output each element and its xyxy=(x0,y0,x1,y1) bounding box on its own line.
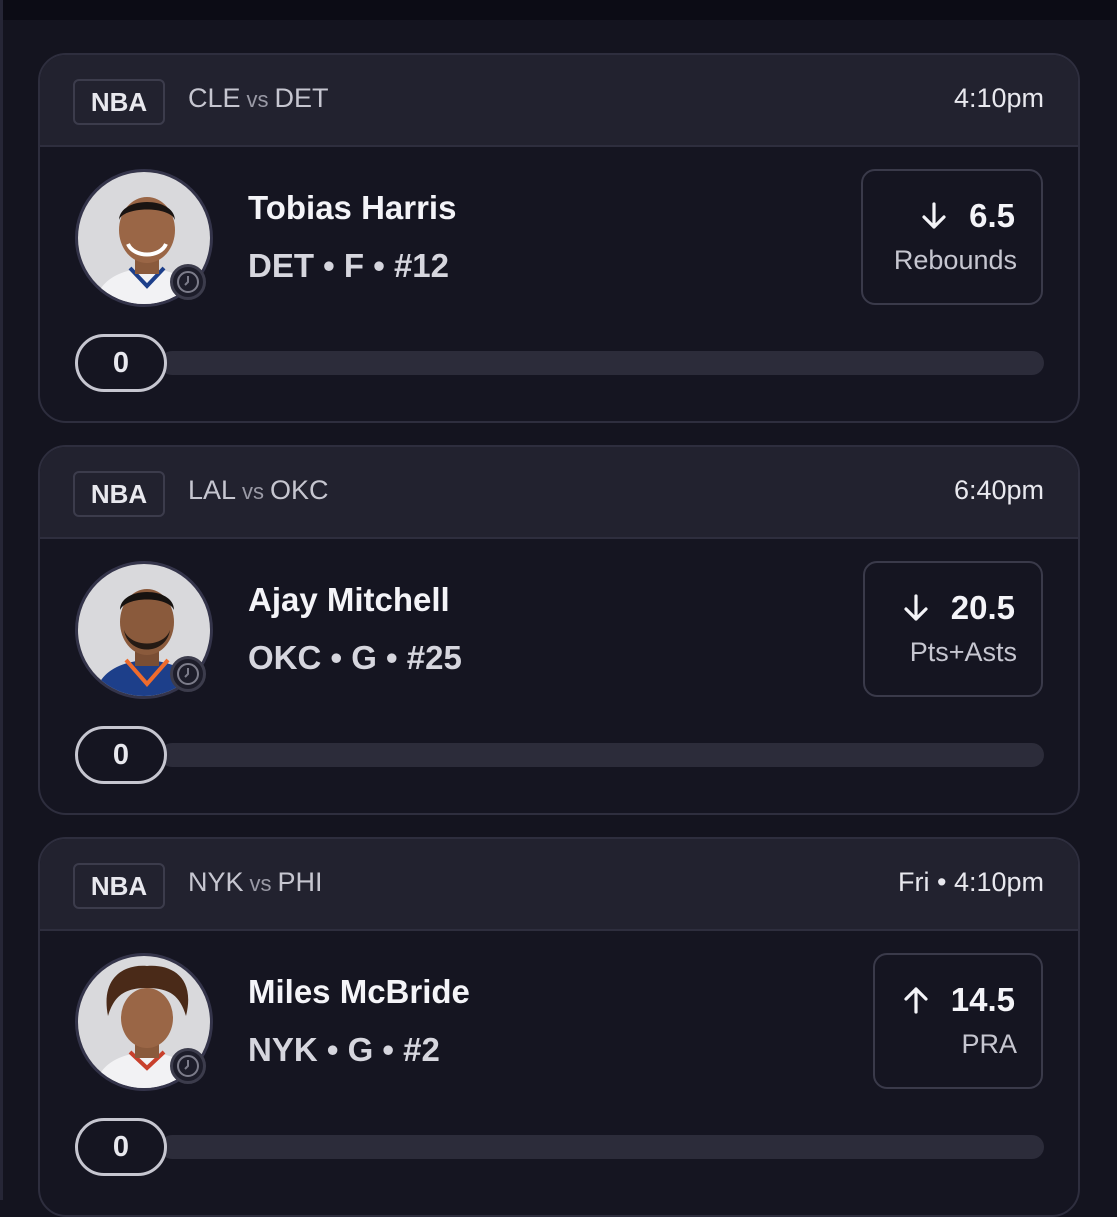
away-team: PHI xyxy=(277,867,323,897)
game-time: 6:40pm xyxy=(953,475,1044,505)
home-team: NYK xyxy=(188,867,244,897)
vs-label: vs xyxy=(242,479,265,504)
line-stat: PRA xyxy=(961,1029,1017,1059)
arrow-down-icon xyxy=(904,594,928,621)
home-team: CLE xyxy=(188,83,241,113)
line-value: 14.5 xyxy=(901,981,1015,1019)
clock-icon xyxy=(170,264,206,300)
league-badge: NBA xyxy=(73,471,165,517)
player-name: Tobias Harris xyxy=(248,189,457,226)
away-team: OKC xyxy=(270,475,329,505)
player-info: OKC • G • #25 xyxy=(248,639,462,676)
progress-value: 0 xyxy=(75,1118,167,1176)
clock-icon xyxy=(170,1048,206,1084)
left-edge xyxy=(0,0,3,1200)
line-stat: Pts+Asts xyxy=(909,637,1017,667)
progress-track xyxy=(160,351,1044,375)
game-time: 4:10pm xyxy=(953,83,1044,113)
progress-track xyxy=(160,743,1044,767)
pick-card[interactable]: NBA LAL vs OKC 6:40pm Ajay Mitchell OKC • … xyxy=(38,445,1080,815)
home-team: LAL xyxy=(188,475,237,505)
card-header: NBA LAL vs OKC 6:40pm xyxy=(40,447,1078,539)
progress-value: 0 xyxy=(75,726,167,784)
vs-label: vs xyxy=(246,87,269,112)
player-info: DET • F • #12 xyxy=(248,247,449,284)
line-value: 20.5 xyxy=(901,589,1015,627)
clock-icon xyxy=(170,656,206,692)
pick-card[interactable]: NBA NYK vs PHI Fri • 4:10pm Miles McBride … xyxy=(38,837,1080,1217)
matchup: CLE vs DET xyxy=(188,83,329,114)
vs-label: vs xyxy=(249,871,272,896)
league-badge: NBA xyxy=(73,863,165,909)
arrow-down-icon xyxy=(922,202,946,229)
line-number: 14.5 xyxy=(950,981,1015,1018)
arrow-up-icon xyxy=(904,987,928,1014)
game-time: Fri • 4:10pm xyxy=(898,867,1044,897)
matchup: NYK vs PHI xyxy=(188,867,323,898)
line-box[interactable]: 20.5 Pts+Asts xyxy=(863,561,1043,697)
progress-value: 0 xyxy=(75,334,167,392)
card-header: NBA NYK vs PHI Fri • 4:10pm xyxy=(40,839,1078,931)
matchup: LAL vs OKC xyxy=(188,475,329,506)
player-info: NYK • G • #2 xyxy=(248,1031,440,1068)
progress-track xyxy=(160,1135,1044,1159)
card-header: NBA CLE vs DET 4:10pm xyxy=(40,55,1078,147)
line-box[interactable]: 6.5 Rebounds xyxy=(861,169,1043,305)
player-name: Miles McBride xyxy=(248,973,470,1010)
line-stat: Rebounds xyxy=(893,245,1017,275)
league-badge: NBA xyxy=(73,79,165,125)
line-value: 6.5 xyxy=(919,197,1015,235)
away-team: DET xyxy=(274,83,329,113)
line-box[interactable]: 14.5 PRA xyxy=(873,953,1043,1089)
top-bar xyxy=(0,0,1117,20)
player-name: Ajay Mitchell xyxy=(248,581,450,618)
line-number: 6.5 xyxy=(969,197,1015,234)
line-number: 20.5 xyxy=(950,589,1015,626)
pick-card[interactable]: NBA CLE vs DET 4:10pm Tobias Harris DET • … xyxy=(38,53,1080,423)
